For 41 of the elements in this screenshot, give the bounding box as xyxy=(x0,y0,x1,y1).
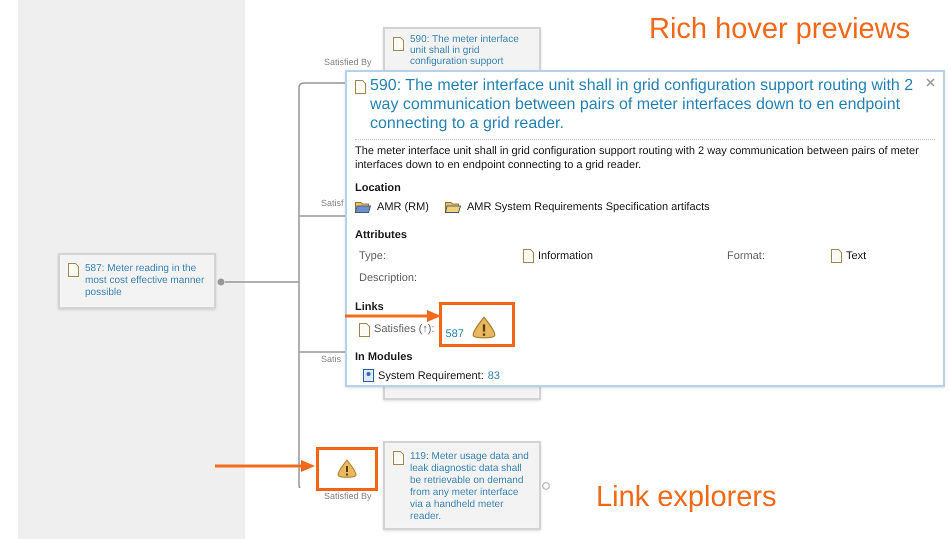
module-icon xyxy=(363,369,374,382)
description-text: The meter interface unit shall in grid configuration support routing with 2 way communication between pairs of meter interfaces down to en endpoint connecting to a grid reader. xyxy=(355,144,920,172)
document-icon xyxy=(359,323,370,337)
annotation-text: Link explorers xyxy=(596,480,777,515)
module-link[interactable]: 83 xyxy=(488,368,500,384)
section-heading: Links xyxy=(355,300,384,314)
requirement-node[interactable]: 587: Meter reading in the most cost effective manner possible xyxy=(58,253,216,309)
module-name: System Requirement: xyxy=(378,368,484,384)
location-link[interactable]: AMR System Requirements Specification artifacts xyxy=(466,198,710,215)
document-icon xyxy=(393,451,404,465)
folder-icon xyxy=(444,200,461,213)
folder-icon xyxy=(355,200,371,213)
attribute-label: Format: xyxy=(727,248,766,264)
document-icon xyxy=(393,37,404,51)
warning-icon xyxy=(472,316,496,340)
section-heading: In Modules xyxy=(355,350,414,365)
requirement-node[interactable]: 119: Meter usage data and leak diagnostic data shall be retrievable on demand from any meter interface via a handheld meter reader. xyxy=(383,441,541,530)
document-icon xyxy=(68,263,79,277)
document-icon xyxy=(831,248,842,263)
link-label: Satisf xyxy=(321,198,344,208)
annotation-text: Rich hover previews xyxy=(649,12,910,47)
document-icon xyxy=(355,80,366,94)
link-type: Satisfies (↑): xyxy=(374,322,435,336)
warning-icon xyxy=(337,459,357,479)
attribute-value: Information xyxy=(538,248,594,264)
expand-handle-icon[interactable] xyxy=(542,482,550,490)
close-icon[interactable] xyxy=(926,78,935,87)
node-title: 119: Meter usage data and leak diagnostic data shall be retrievable on demand from any meter interface via a handheld meter reader. xyxy=(410,451,530,520)
section-heading: Attributes xyxy=(355,228,408,243)
link-label: Satisfied By xyxy=(324,57,372,67)
document-icon xyxy=(523,248,534,263)
node-title: 587: Meter reading in the most cost effective manner possible xyxy=(85,263,206,299)
node-title: 590: The meter interface unit shall in grid configuration support xyxy=(410,34,520,67)
link-target[interactable]: 587 xyxy=(446,326,464,342)
attribute-value: Text xyxy=(846,248,866,264)
link-label: Satis xyxy=(321,354,342,364)
attribute-label: Description: xyxy=(359,271,418,286)
location-link[interactable]: AMR (RM) xyxy=(377,198,429,215)
section-heading: Location xyxy=(355,181,402,196)
attribute-label: Type: xyxy=(359,248,387,264)
link-label: Satisfied By xyxy=(324,491,372,501)
